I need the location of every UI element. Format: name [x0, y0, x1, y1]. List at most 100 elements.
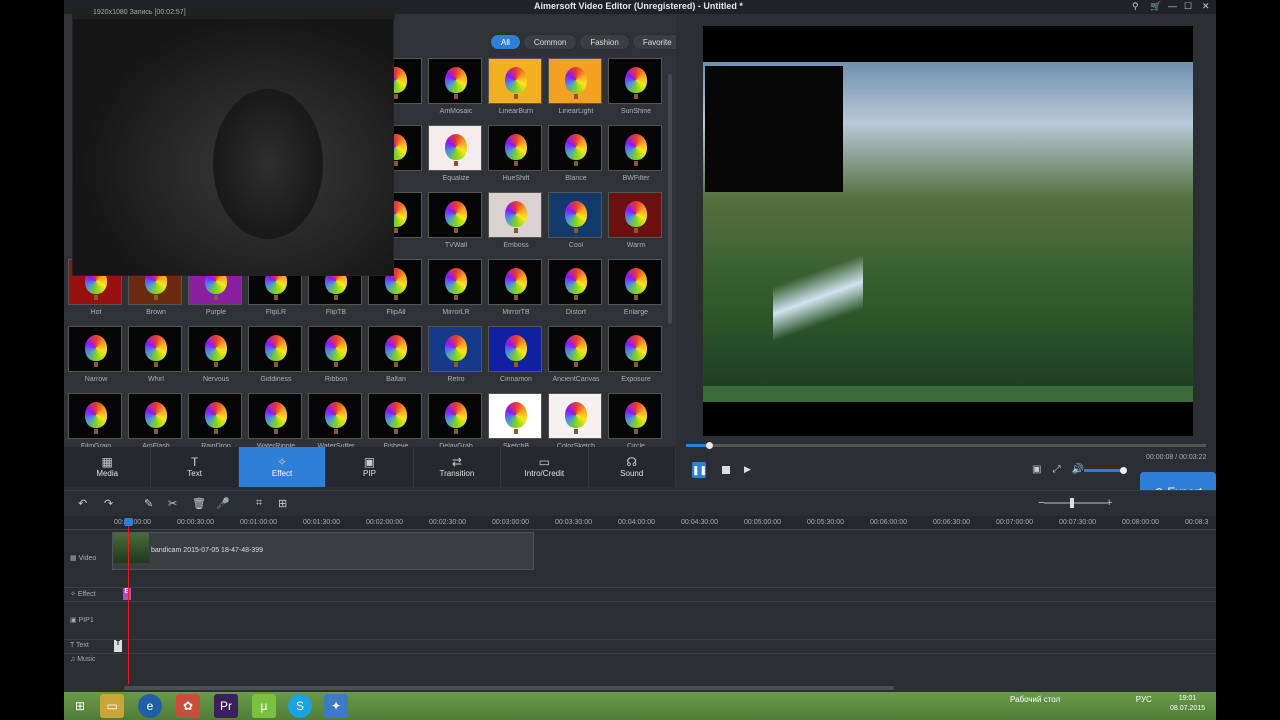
- effect-label: FlipTB: [325, 309, 347, 316]
- effect-tile[interactable]: Warm: [608, 192, 664, 256]
- effect-tile[interactable]: Cinnamon: [488, 326, 544, 390]
- ruler-tick: 00:03:00:00: [492, 519, 529, 526]
- effect-tile[interactable]: SunShine: [608, 58, 664, 122]
- stop-button[interactable]: [722, 466, 730, 474]
- scissors-icon[interactable]: ✂: [168, 497, 177, 510]
- volume-slider[interactable]: [1084, 467, 1127, 474]
- clock[interactable]: 19:01 08.07.2015: [1170, 694, 1205, 714]
- tab-sound[interactable]: ☊ Sound: [589, 447, 676, 487]
- playhead-handle[interactable]: [124, 518, 133, 526]
- video-editor-icon[interactable]: ✦: [324, 694, 348, 718]
- effect-tile[interactable]: HueShift: [488, 125, 544, 189]
- tab-media[interactable]: ▦ Media: [64, 447, 152, 487]
- seek-bar[interactable]: [686, 442, 1206, 449]
- balloon-icon: [625, 201, 647, 233]
- effect-tile[interactable]: Equalize: [428, 125, 484, 189]
- premiere-icon[interactable]: Pr: [214, 694, 238, 718]
- skype-icon[interactable]: S: [288, 694, 312, 718]
- edit-icon[interactable]: ✎: [144, 497, 153, 510]
- balloon-icon: [265, 402, 287, 434]
- balloon-icon: [385, 335, 407, 367]
- media-player-icon[interactable]: ✿: [176, 694, 200, 718]
- effect-thumbnail: [128, 326, 182, 372]
- tab-pip[interactable]: ▣ PIP: [326, 447, 414, 487]
- timeline-scrollbar[interactable]: [124, 686, 894, 690]
- ruler-tick: 00:06:30:00: [933, 519, 970, 526]
- camera-icon[interactable]: ▣: [1032, 464, 1041, 475]
- effect-thumbnail: [608, 259, 662, 305]
- tab-transition[interactable]: ⇄ Transition: [414, 447, 502, 487]
- effect-tile[interactable]: Narrow: [68, 326, 124, 390]
- zoom-slider[interactable]: [1044, 498, 1108, 508]
- redo-icon[interactable]: ↷: [104, 497, 113, 510]
- effect-tile[interactable]: Whirl: [128, 326, 184, 390]
- crop-icon[interactable]: ⌗: [256, 497, 262, 510]
- effect-tile[interactable]: MirrorTB: [488, 259, 544, 323]
- effect-tile[interactable]: LinearBurn: [488, 58, 544, 122]
- volume-icon[interactable]: 🔊: [1072, 464, 1084, 475]
- tab-intro-credit[interactable]: ▭ Intro/Credit: [501, 447, 589, 487]
- text-marker[interactable]: T: [114, 640, 122, 652]
- explorer-icon[interactable]: ▭: [100, 694, 124, 718]
- filter-common[interactable]: Common: [522, 34, 578, 50]
- close-button[interactable]: ✕: [1202, 1, 1210, 12]
- microphone-icon[interactable]: 🎤: [216, 497, 230, 510]
- preview-screen[interactable]: [703, 26, 1193, 436]
- effect-label: LinearBurn: [498, 108, 534, 115]
- effect-tile[interactable]: MirrorLR: [428, 259, 484, 323]
- filter-fashion[interactable]: Fashion: [579, 34, 630, 50]
- effect-thumbnail: [188, 326, 242, 372]
- library-tabs: ▦ Media T Text ✧ Effect ▣ PIP ⇄ Transition ▭ I…: [64, 447, 676, 487]
- effect-tile[interactable]: Ribbon: [308, 326, 364, 390]
- effect-tile[interactable]: Giddiness: [248, 326, 304, 390]
- effect-scrollbar[interactable]: [668, 74, 672, 324]
- effect-marker[interactable]: E: [123, 588, 131, 600]
- effect-tile[interactable]: Retro: [428, 326, 484, 390]
- pause-button[interactable]: ❚❚: [692, 462, 707, 478]
- effect-tile[interactable]: Blance: [548, 125, 604, 189]
- split-icon[interactable]: ⊞: [278, 497, 287, 510]
- effect-tile[interactable]: Baltan: [368, 326, 424, 390]
- effect-tile[interactable]: Enlarge: [608, 259, 664, 323]
- effect-tile[interactable]: Nervous: [188, 326, 244, 390]
- effect-thumbnail: [248, 393, 302, 439]
- next-frame-button[interactable]: ▶: [744, 464, 751, 475]
- effect-tile[interactable]: LinearLight: [548, 58, 604, 122]
- effect-tile[interactable]: Exposure: [608, 326, 664, 390]
- filter-all[interactable]: All: [490, 34, 521, 50]
- ruler-tick: 00:04:30:00: [681, 519, 718, 526]
- balloon-icon: [445, 201, 467, 233]
- effect-thumbnail: [608, 393, 662, 439]
- undo-icon[interactable]: ↶: [78, 497, 87, 510]
- preview-tools: ▣ ⤢ 🔊: [1032, 464, 1084, 475]
- zoom-handle[interactable]: [1070, 498, 1074, 508]
- text-track-label: T Text: [70, 642, 89, 649]
- effect-tile[interactable]: Emboss: [488, 192, 544, 256]
- volume-handle[interactable]: [1120, 467, 1127, 474]
- trash-icon[interactable]: 🗑: [192, 497, 206, 510]
- cart-icon[interactable]: 🛒: [1150, 1, 1161, 12]
- fullscreen-icon[interactable]: ⤢: [1053, 464, 1061, 475]
- maximize-button[interactable]: ☐: [1184, 1, 1192, 12]
- playhead-line[interactable]: [128, 518, 129, 684]
- seek-handle[interactable]: [706, 442, 713, 449]
- effect-tile[interactable]: Cool: [548, 192, 604, 256]
- effect-label: Nervous: [202, 376, 230, 383]
- tab-effect[interactable]: ✧ Effect: [238, 447, 327, 487]
- minimize-button[interactable]: —: [1168, 1, 1177, 11]
- effect-thumbnail: [608, 58, 662, 104]
- search-icon[interactable]: ⚲: [1132, 1, 1139, 12]
- browser-icon[interactable]: e: [138, 694, 162, 718]
- utorrent-icon[interactable]: μ: [252, 694, 276, 718]
- effect-tile[interactable]: Distort: [548, 259, 604, 323]
- windows-start-icon[interactable]: ⊞: [68, 694, 92, 718]
- tab-text[interactable]: T Text: [151, 447, 239, 487]
- effect-tile[interactable]: TVWall: [428, 192, 484, 256]
- effect-tile[interactable]: AmMosaic: [428, 58, 484, 122]
- effect-label: BWFilter: [622, 175, 650, 182]
- effect-tile[interactable]: AncientCanvas: [548, 326, 604, 390]
- effect-tile[interactable]: BWFilter: [608, 125, 664, 189]
- video-clip[interactable]: bandicam 2015-07-05 18-47-48-399: [112, 532, 534, 570]
- effect-label: Baltan: [386, 376, 406, 383]
- effect-label: Retro: [447, 376, 465, 383]
